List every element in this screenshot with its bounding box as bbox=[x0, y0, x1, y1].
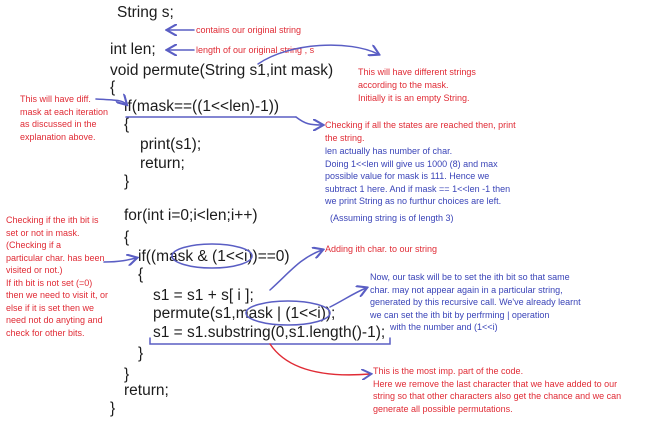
code-line-print: print(s1); bbox=[140, 136, 202, 153]
note-s1-strings: This will have different strings accordi… bbox=[358, 67, 476, 103]
code-line-if-mask-full: if(mask==((1<<len)-1)) bbox=[124, 98, 280, 115]
code-line-function-signature: void permute(String s1,int mask) bbox=[110, 62, 334, 79]
code-line-if-bit-check: if((mask & (1<<i))==0) bbox=[138, 248, 290, 265]
note-bit-check: Checking if the ith bit is set or not in… bbox=[6, 215, 109, 338]
code-line-for-loop: for(int i=0;i<len;i++) bbox=[124, 207, 258, 224]
note-original-string: contains our original string bbox=[196, 25, 302, 35]
code-line-return-inner: return; bbox=[140, 155, 185, 172]
note-add-char: Adding ith char. to our string bbox=[325, 244, 438, 254]
code-line-append-char: s1 = s1 + s[ i ]; bbox=[153, 287, 254, 304]
note-mask: This will have diff. mask at each iterat… bbox=[20, 94, 109, 142]
code-line-int-decl: int len; bbox=[110, 41, 156, 58]
note-states-reached: Checking if all the states are reached t… bbox=[325, 120, 516, 143]
code-line-if-open-brace: { bbox=[124, 116, 130, 133]
note-len-explanation: len actually has number of char. Doing 1… bbox=[325, 146, 511, 206]
arrow-bitnote-to-if bbox=[103, 258, 136, 262]
code-line-inner-open-brace: { bbox=[138, 266, 144, 283]
note-remove-char: This is the most imp. part of the code. … bbox=[373, 366, 622, 414]
code-line-open-brace: { bbox=[110, 79, 116, 96]
arrow-substring-to-note bbox=[269, 343, 370, 375]
code-line-substring: s1 = s1.substring(0,s1.length()-1); bbox=[153, 324, 386, 341]
code-line-return-outer: return; bbox=[124, 382, 169, 399]
code-line-close-brace: } bbox=[110, 400, 116, 417]
code-line-for-open-brace: { bbox=[124, 229, 130, 246]
arrow-if-to-note bbox=[295, 116, 322, 125]
note-length: length of our original string , s bbox=[196, 45, 315, 55]
code-line-if-close-brace: } bbox=[124, 173, 130, 190]
note-assumption: (Assuming string is of length 3) bbox=[330, 213, 454, 223]
arrow-set-bit-to-note bbox=[329, 288, 366, 308]
code-line-string-decl: String s; bbox=[117, 4, 174, 21]
code-line-inner-close-brace: } bbox=[138, 345, 144, 362]
code-line-recursive-call: permute(s1,mask | (1<<i)); bbox=[153, 305, 336, 322]
note-set-bit: Now, our task will be to set the ith bit… bbox=[370, 272, 581, 332]
